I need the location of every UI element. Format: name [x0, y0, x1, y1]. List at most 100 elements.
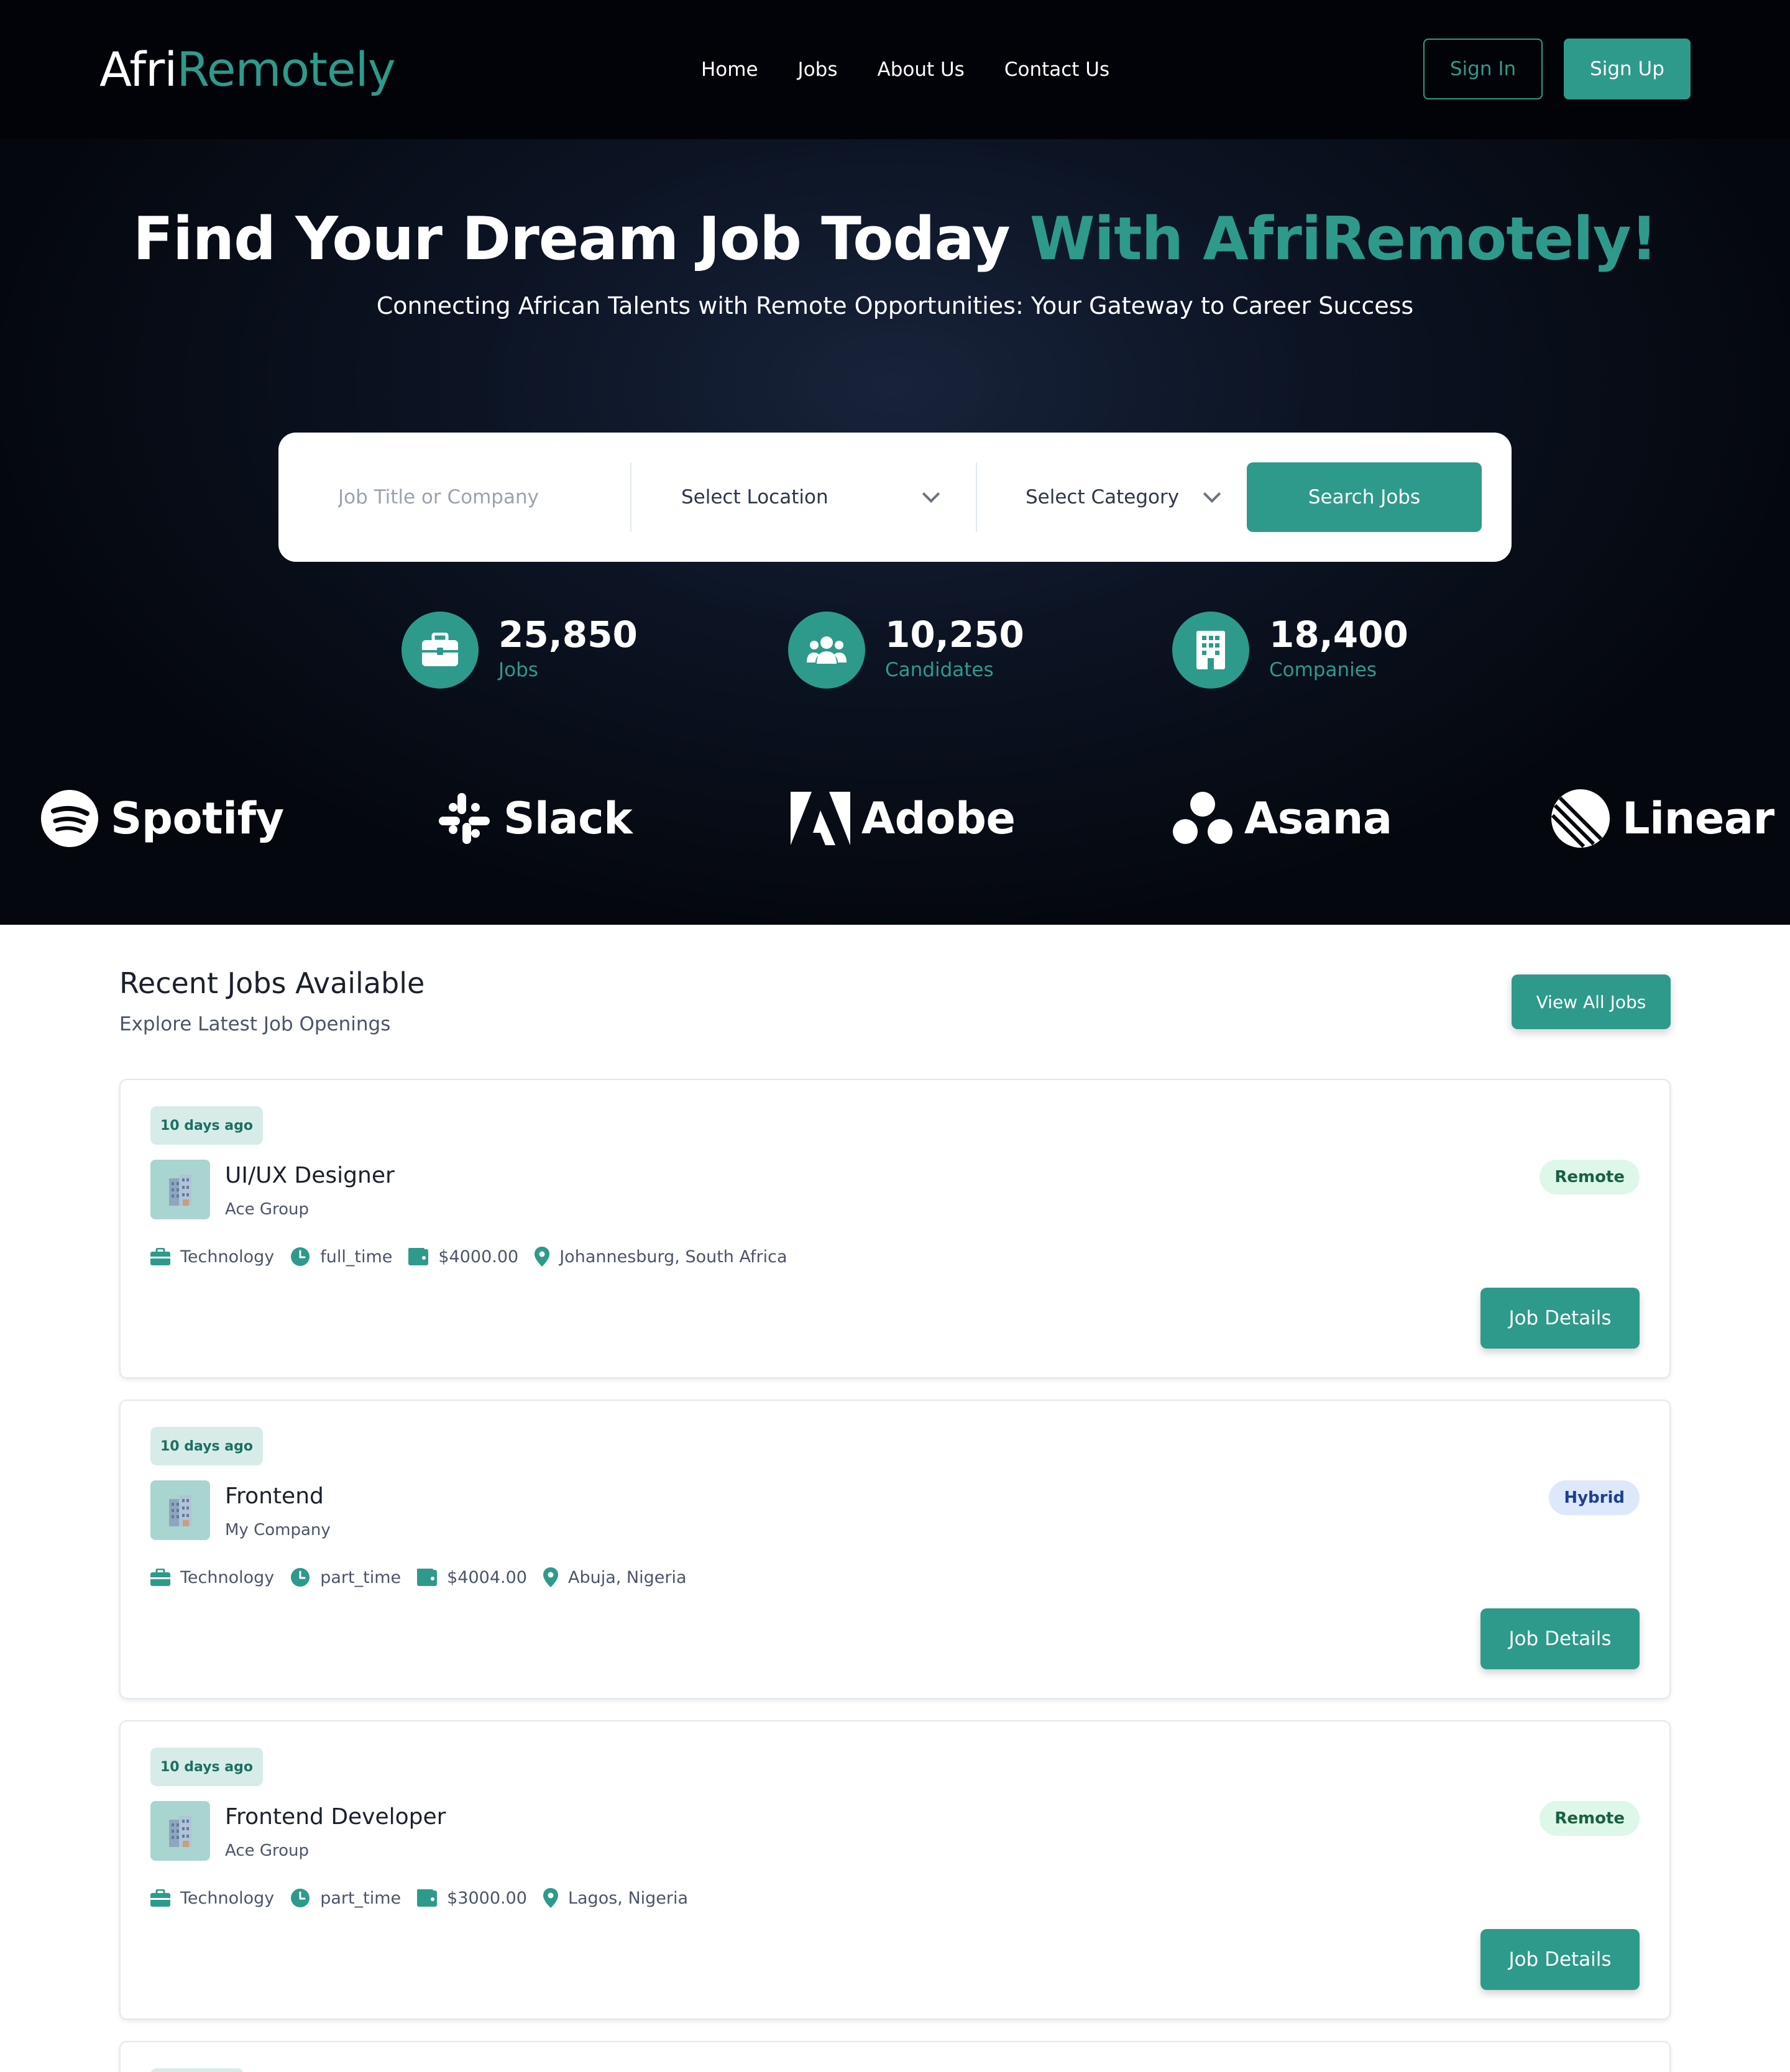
stat-label: Jobs: [498, 659, 538, 681]
main-nav: Home Jobs About Us Contact Us: [701, 55, 1149, 85]
view-all-jobs-button[interactable]: View All Jobs: [1512, 974, 1671, 1029]
site-logo[interactable]: AfriRemotely: [99, 41, 396, 98]
job-location: Lagos, Nigeria: [543, 1888, 688, 1908]
adobe-icon: [791, 792, 850, 845]
company-logo-asana: Asana: [1172, 784, 1392, 853]
users-icon: [788, 612, 865, 689]
job-location-label: Johannesburg, South Africa: [559, 1247, 787, 1267]
logo-part-afri: Afri: [99, 42, 177, 97]
building-icon: [1172, 612, 1249, 689]
job-card: 10 days ago Frontend Developer Ace Group…: [119, 1720, 1671, 2020]
job-salary-label: $3000.00: [447, 1888, 527, 1908]
job-details-button[interactable]: Job Details: [1480, 1608, 1640, 1669]
job-type-label: part_time: [320, 1888, 402, 1908]
job-type: part_time: [290, 1888, 401, 1908]
recent-jobs-subtitle: Explore Latest Job Openings: [119, 1013, 391, 1035]
briefcase-icon: [150, 1569, 170, 1586]
job-salary: $3000.00: [417, 1889, 527, 1908]
job-category: Technology: [150, 1568, 274, 1587]
stat-value: 18,400: [1269, 613, 1408, 656]
clock-icon: [291, 1568, 310, 1587]
location-select[interactable]: Select Location: [681, 467, 942, 527]
company-name: Ace Group: [225, 1200, 310, 1219]
job-type: full_time: [290, 1247, 392, 1267]
briefcase-icon: [150, 1889, 170, 1907]
spotify-icon: [41, 790, 98, 847]
stat-candidates: 10,250 Candidates: [788, 609, 1037, 690]
stat-label: Companies: [1269, 659, 1377, 681]
brand-name: Linear: [1622, 793, 1774, 844]
sign-up-button[interactable]: Sign Up: [1564, 39, 1691, 99]
building-icon: [150, 1801, 210, 1861]
company-logo-adobe: Adobe: [791, 784, 1016, 853]
job-salary-label: $4000.00: [438, 1247, 519, 1267]
job-title-search-input[interactable]: [338, 467, 636, 527]
job-category: Technology: [150, 1889, 274, 1908]
hero-title: Find Your Dream Job Today With AfriRemot…: [0, 199, 1790, 280]
category-select[interactable]: Select Category: [1026, 467, 1221, 527]
company-logo-linear: Linear: [1550, 784, 1774, 853]
job-card: 10 days ago Frontend My Company Technolo…: [119, 1400, 1671, 1699]
brand-name: Slack: [503, 793, 633, 844]
search-jobs-button[interactable]: Search Jobs: [1247, 462, 1482, 532]
slack-icon: [439, 793, 490, 844]
job-details-button[interactable]: Job Details: [1480, 1929, 1640, 1990]
wallet-icon: [408, 1248, 429, 1265]
posted-badge: [150, 2068, 244, 2072]
job-type: part_time: [290, 1567, 401, 1587]
stat-companies: 18,400 Companies: [1172, 609, 1421, 690]
job-location: Abuja, Nigeria: [543, 1567, 687, 1587]
job-salary-label: $4004.00: [447, 1567, 527, 1587]
work-mode-badge: Hybrid: [1549, 1480, 1640, 1515]
navbar: AfriRemotely Home Jobs About Us Contact …: [0, 0, 1790, 139]
stat-label: Candidates: [885, 659, 994, 681]
posted-badge: 10 days ago: [150, 1427, 263, 1465]
location-pin-icon: [535, 1247, 550, 1267]
nav-jobs[interactable]: Jobs: [798, 55, 838, 85]
job-details-button[interactable]: Job Details: [1480, 1288, 1640, 1349]
nav-about-us[interactable]: About Us: [877, 55, 964, 85]
company-name: My Company: [225, 1521, 331, 1539]
stat-value: 10,250: [885, 613, 1024, 656]
job-location: Johannesburg, South Africa: [535, 1247, 787, 1267]
job-category: Technology: [150, 1247, 274, 1267]
location-pin-icon: [543, 1567, 558, 1587]
clock-icon: [291, 1247, 310, 1266]
wallet-icon: [417, 1569, 438, 1586]
job-title[interactable]: Frontend Developer: [225, 1802, 446, 1832]
sign-in-button[interactable]: Sign In: [1423, 39, 1543, 99]
job-type-label: part_time: [320, 1567, 402, 1587]
job-type-label: full_time: [320, 1247, 393, 1267]
search-divider: [976, 462, 977, 532]
stat-value: 25,850: [498, 613, 638, 656]
hero-title-main: Find Your Dream Job Today: [133, 205, 1030, 273]
work-mode-badge: Remote: [1540, 1801, 1640, 1836]
stat-jobs: 25,850 Jobs: [402, 609, 650, 690]
posted-badge: 10 days ago: [150, 1748, 263, 1786]
job-card: 10 days ago UI/UX Designer Ace Group Tec…: [119, 1079, 1671, 1378]
job-category-label: Technology: [180, 1567, 275, 1587]
hero-section: AfriRemotely Home Jobs About Us Contact …: [0, 0, 1790, 925]
hero-title-accent: With AfriRemotely!: [1029, 205, 1658, 273]
chevron-down-icon: [1203, 485, 1221, 503]
company-logo-slack: Slack: [436, 784, 633, 853]
posted-badge: 10 days ago: [150, 1106, 263, 1145]
search-divider: [630, 462, 631, 532]
location-pin-icon: [543, 1888, 558, 1908]
job-salary: $4000.00: [408, 1247, 518, 1267]
company-name: Ace Group: [225, 1841, 310, 1860]
wallet-icon: [417, 1889, 438, 1907]
job-meta: Technology part_time $4004.00 Abuja, Nig…: [150, 1565, 703, 1590]
clock-icon: [291, 1889, 310, 1907]
nav-home[interactable]: Home: [701, 55, 758, 85]
job-title[interactable]: Frontend: [225, 1482, 324, 1511]
briefcase-icon: [402, 612, 479, 689]
job-location-label: Lagos, Nigeria: [567, 1888, 689, 1908]
nav-contact-us[interactable]: Contact Us: [1004, 55, 1109, 85]
chevron-down-icon: [922, 485, 940, 503]
hero-subtitle: Connecting African Talents with Remote O…: [376, 292, 1414, 319]
brand-name: Spotify: [111, 793, 284, 844]
job-search-bar: Select Location Select Category Search J…: [278, 433, 1512, 562]
work-mode-badge: Remote: [1540, 1160, 1640, 1194]
job-title[interactable]: UI/UX Designer: [225, 1161, 395, 1191]
